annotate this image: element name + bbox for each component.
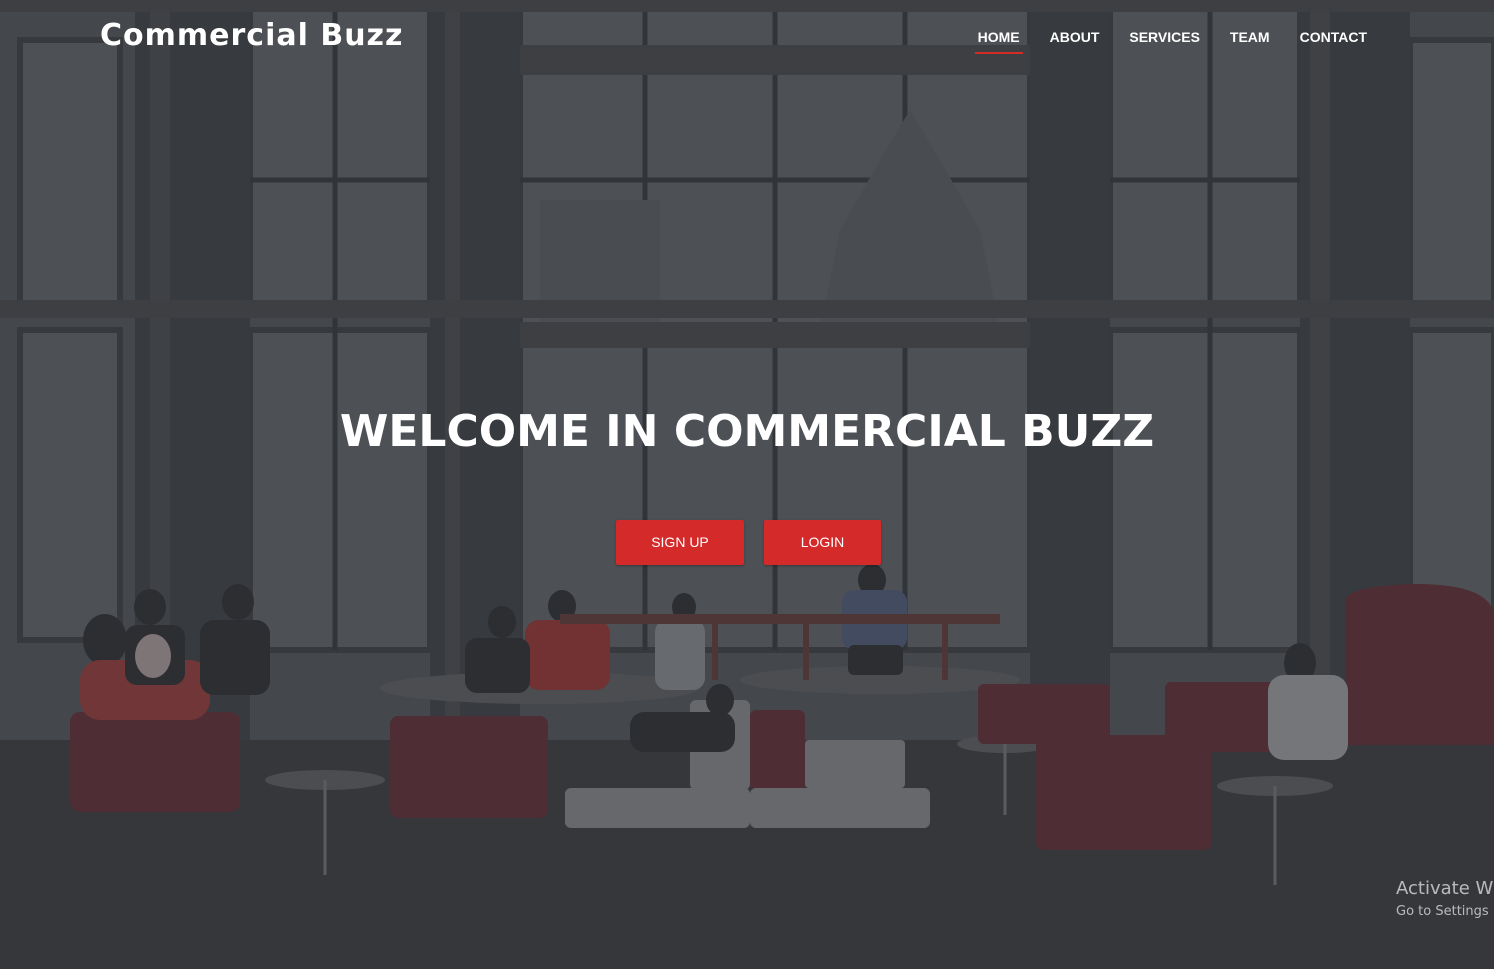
navbar: Commercial Buzz HOME ABOUT SERVICES TEAM… bbox=[0, 0, 1494, 74]
nav-item-team[interactable]: TEAM bbox=[1215, 26, 1285, 48]
nav-item-home[interactable]: HOME bbox=[963, 26, 1035, 54]
brand-logo[interactable]: Commercial Buzz bbox=[100, 16, 403, 56]
watermark-title: Activate Wi bbox=[1396, 878, 1494, 899]
dark-overlay bbox=[0, 0, 1494, 969]
watermark-subtitle: Go to Settings bbox=[1396, 904, 1489, 919]
hero-section: Commercial Buzz HOME ABOUT SERVICES TEAM… bbox=[0, 0, 1494, 969]
signup-button[interactable]: SIGN UP bbox=[616, 520, 744, 565]
login-button[interactable]: LOGIN bbox=[764, 520, 881, 565]
nav-item-contact[interactable]: CONTACT bbox=[1285, 26, 1382, 48]
activation-watermark: Activate Wi Go to Settings bbox=[1396, 876, 1494, 922]
hero-headline: WELCOME IN COMMERCIAL BUZZ bbox=[339, 406, 1155, 457]
nav-item-about[interactable]: ABOUT bbox=[1035, 26, 1115, 48]
main-nav: HOME ABOUT SERVICES TEAM CONTACT bbox=[963, 26, 1382, 54]
nav-item-services[interactable]: SERVICES bbox=[1114, 26, 1215, 48]
